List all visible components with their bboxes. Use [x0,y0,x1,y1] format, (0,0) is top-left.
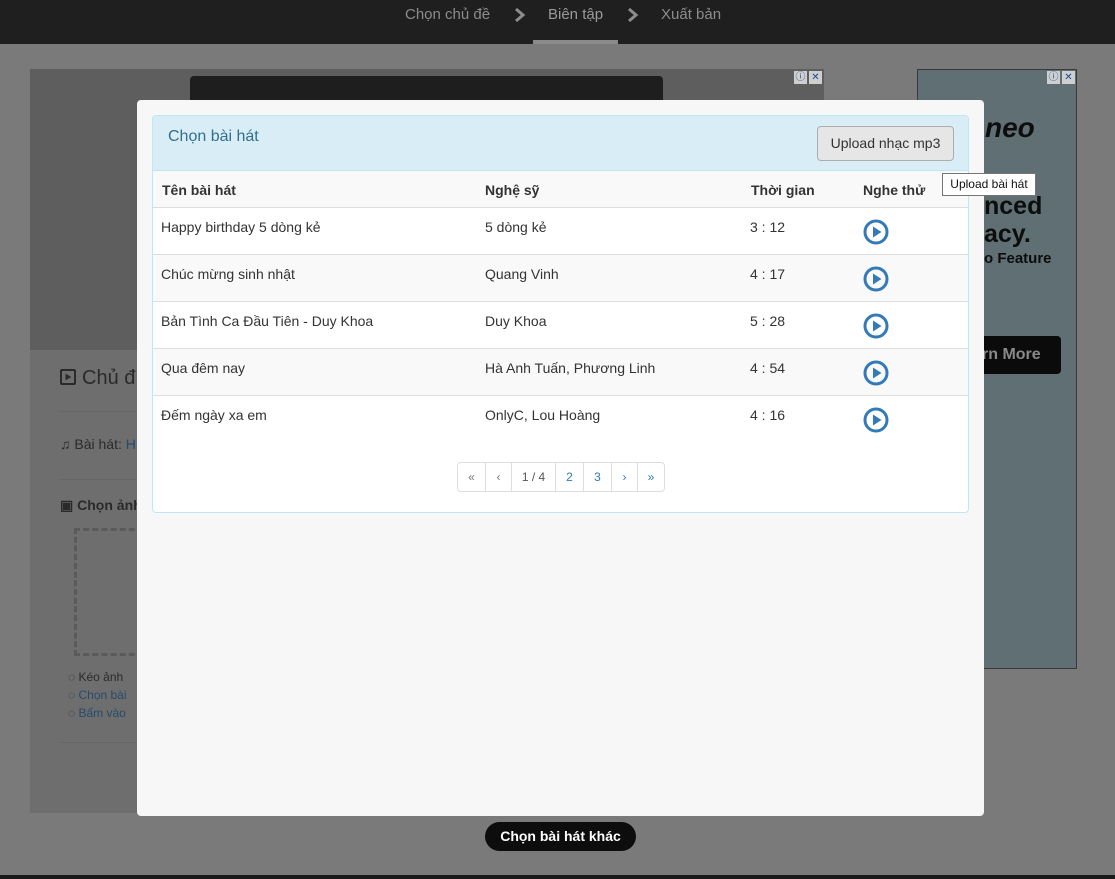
choose-other-song-button[interactable]: Chọn bài hát khác [485,822,636,851]
divider [60,411,140,412]
ad-headline-1: nced [984,192,1043,220]
bottom-border [0,875,1115,879]
play-circle-icon[interactable] [863,407,889,433]
upload-mp3-button[interactable]: Upload nhạc mp3 [817,126,954,161]
song-artist: Hà Anh Tuấn, Phương Linh [485,360,656,376]
table-row[interactable]: Bản Tình Ca Đầu Tiên - Duy Khoa Duy Khoa… [153,302,968,349]
song-artist: OnlyC, Lou Hoàng [485,407,601,423]
lightbulb-icon: ◌ [68,688,76,702]
column-duration: Thời gian [751,182,815,198]
topic-section-title: Chủ đ [60,367,135,390]
active-step-indicator [533,40,618,44]
play-circle-icon[interactable] [863,360,889,386]
play-circle-icon[interactable] [863,313,889,339]
ad-brand: neo [985,112,1035,143]
ad-headline-2: acy. [984,220,1031,248]
step-publish[interactable]: Xuất bản [661,6,721,23]
lightbulb-icon: ◌ [68,670,76,684]
song-panel: Chọn bài hát Upload nhạc mp3 Tên bài hát… [152,115,969,513]
chevron-right-icon [626,6,640,24]
play-circle-icon[interactable] [863,219,889,245]
song-artist: 5 dòng kẻ [485,219,547,235]
ad-info-icon[interactable]: ⓘ [794,71,807,84]
divider [60,479,140,480]
table-row[interactable]: Đếm ngày xa em OnlyC, Lou Hoàng 4 : 16 [153,396,968,443]
table-row[interactable]: Qua đêm nay Hà Anh Tuấn, Phương Linh 4 :… [153,349,968,396]
choose-image-heading: ▣ Chọn ảnh [60,497,142,513]
ad-close-icon[interactable]: ✕ [809,71,822,84]
ad-feature: o Feature [984,250,1052,267]
song-picker-modal: Chọn bài hát Upload nhạc mp3 Tên bài hát… [137,100,984,816]
image-dropzone[interactable] [74,528,144,656]
column-song-name: Tên bài hát [162,182,236,198]
page-next[interactable]: › [611,463,637,491]
music-note-icon: ♫ [60,436,71,452]
play-square-icon [60,369,76,385]
song-artist: Duy Khoa [485,313,547,329]
page-2[interactable]: 2 [555,463,583,491]
song-name: Bản Tình Ca Đầu Tiên - Duy Khoa [161,313,374,329]
song-name: Happy birthday 5 dòng kẻ [161,219,321,235]
play-circle-icon[interactable] [863,266,889,292]
song-name: Qua đêm nay [161,360,246,376]
panel-heading: Chọn bài hát Upload nhạc mp3 [153,116,968,171]
page-last[interactable]: » [637,463,664,491]
tip-click[interactable]: ◌ Bấm vào [68,706,126,720]
page-current: 1 / 4 [511,463,555,491]
ad-close-icon[interactable]: ✕ [1062,71,1075,84]
song-link[interactable]: H [126,436,136,452]
column-preview: Nghe thử [863,182,926,198]
table-row[interactable]: Chúc mừng sinh nhật Quang Vinh 4 : 17 [153,255,968,302]
lightbulb-icon: ◌ [68,706,76,720]
modal-title: Chọn bài hát [168,128,259,145]
table-header: Tên bài hát Nghệ sỹ Thời gian Nghe thử [153,171,968,208]
song-duration: 3 : 12 [750,219,786,235]
song-name: Chúc mừng sinh nhật [161,266,295,282]
song-duration: 4 : 16 [750,407,786,423]
page-prev[interactable]: ‹ [485,463,511,491]
song-artist: Quang Vinh [485,266,559,282]
song-duration: 5 : 28 [750,313,786,329]
tip-choose-song[interactable]: ◌ Chọn bài [68,688,127,702]
tip-drag: ◌ Kéo ảnh [68,670,124,684]
step-choose-topic[interactable]: Chọn chủ đề [405,6,490,23]
chevron-right-icon [513,6,527,24]
stepper-bar: Chọn chủ đề Biên tập Xuất bản [0,0,1115,44]
song-name: Đếm ngày xa em [161,407,267,423]
column-artist: Nghệ sỹ [485,182,540,198]
table-row[interactable]: Happy birthday 5 dòng kẻ 5 dòng kẻ 3 : 1… [153,208,968,255]
song-duration: 4 : 54 [750,360,786,376]
page-first[interactable]: « [458,463,485,491]
upload-tooltip: Upload bài hát [942,173,1036,196]
song-duration: 4 : 17 [750,266,786,282]
page-3[interactable]: 3 [583,463,611,491]
ad-info-icon[interactable]: ⓘ [1047,71,1060,84]
image-icon: ▣ [60,497,74,513]
pagination: « ‹ 1 / 4 2 3 › » [457,462,665,492]
song-info: ♫ Bài hát: H [60,436,136,452]
step-edit[interactable]: Biên tập [548,6,603,23]
